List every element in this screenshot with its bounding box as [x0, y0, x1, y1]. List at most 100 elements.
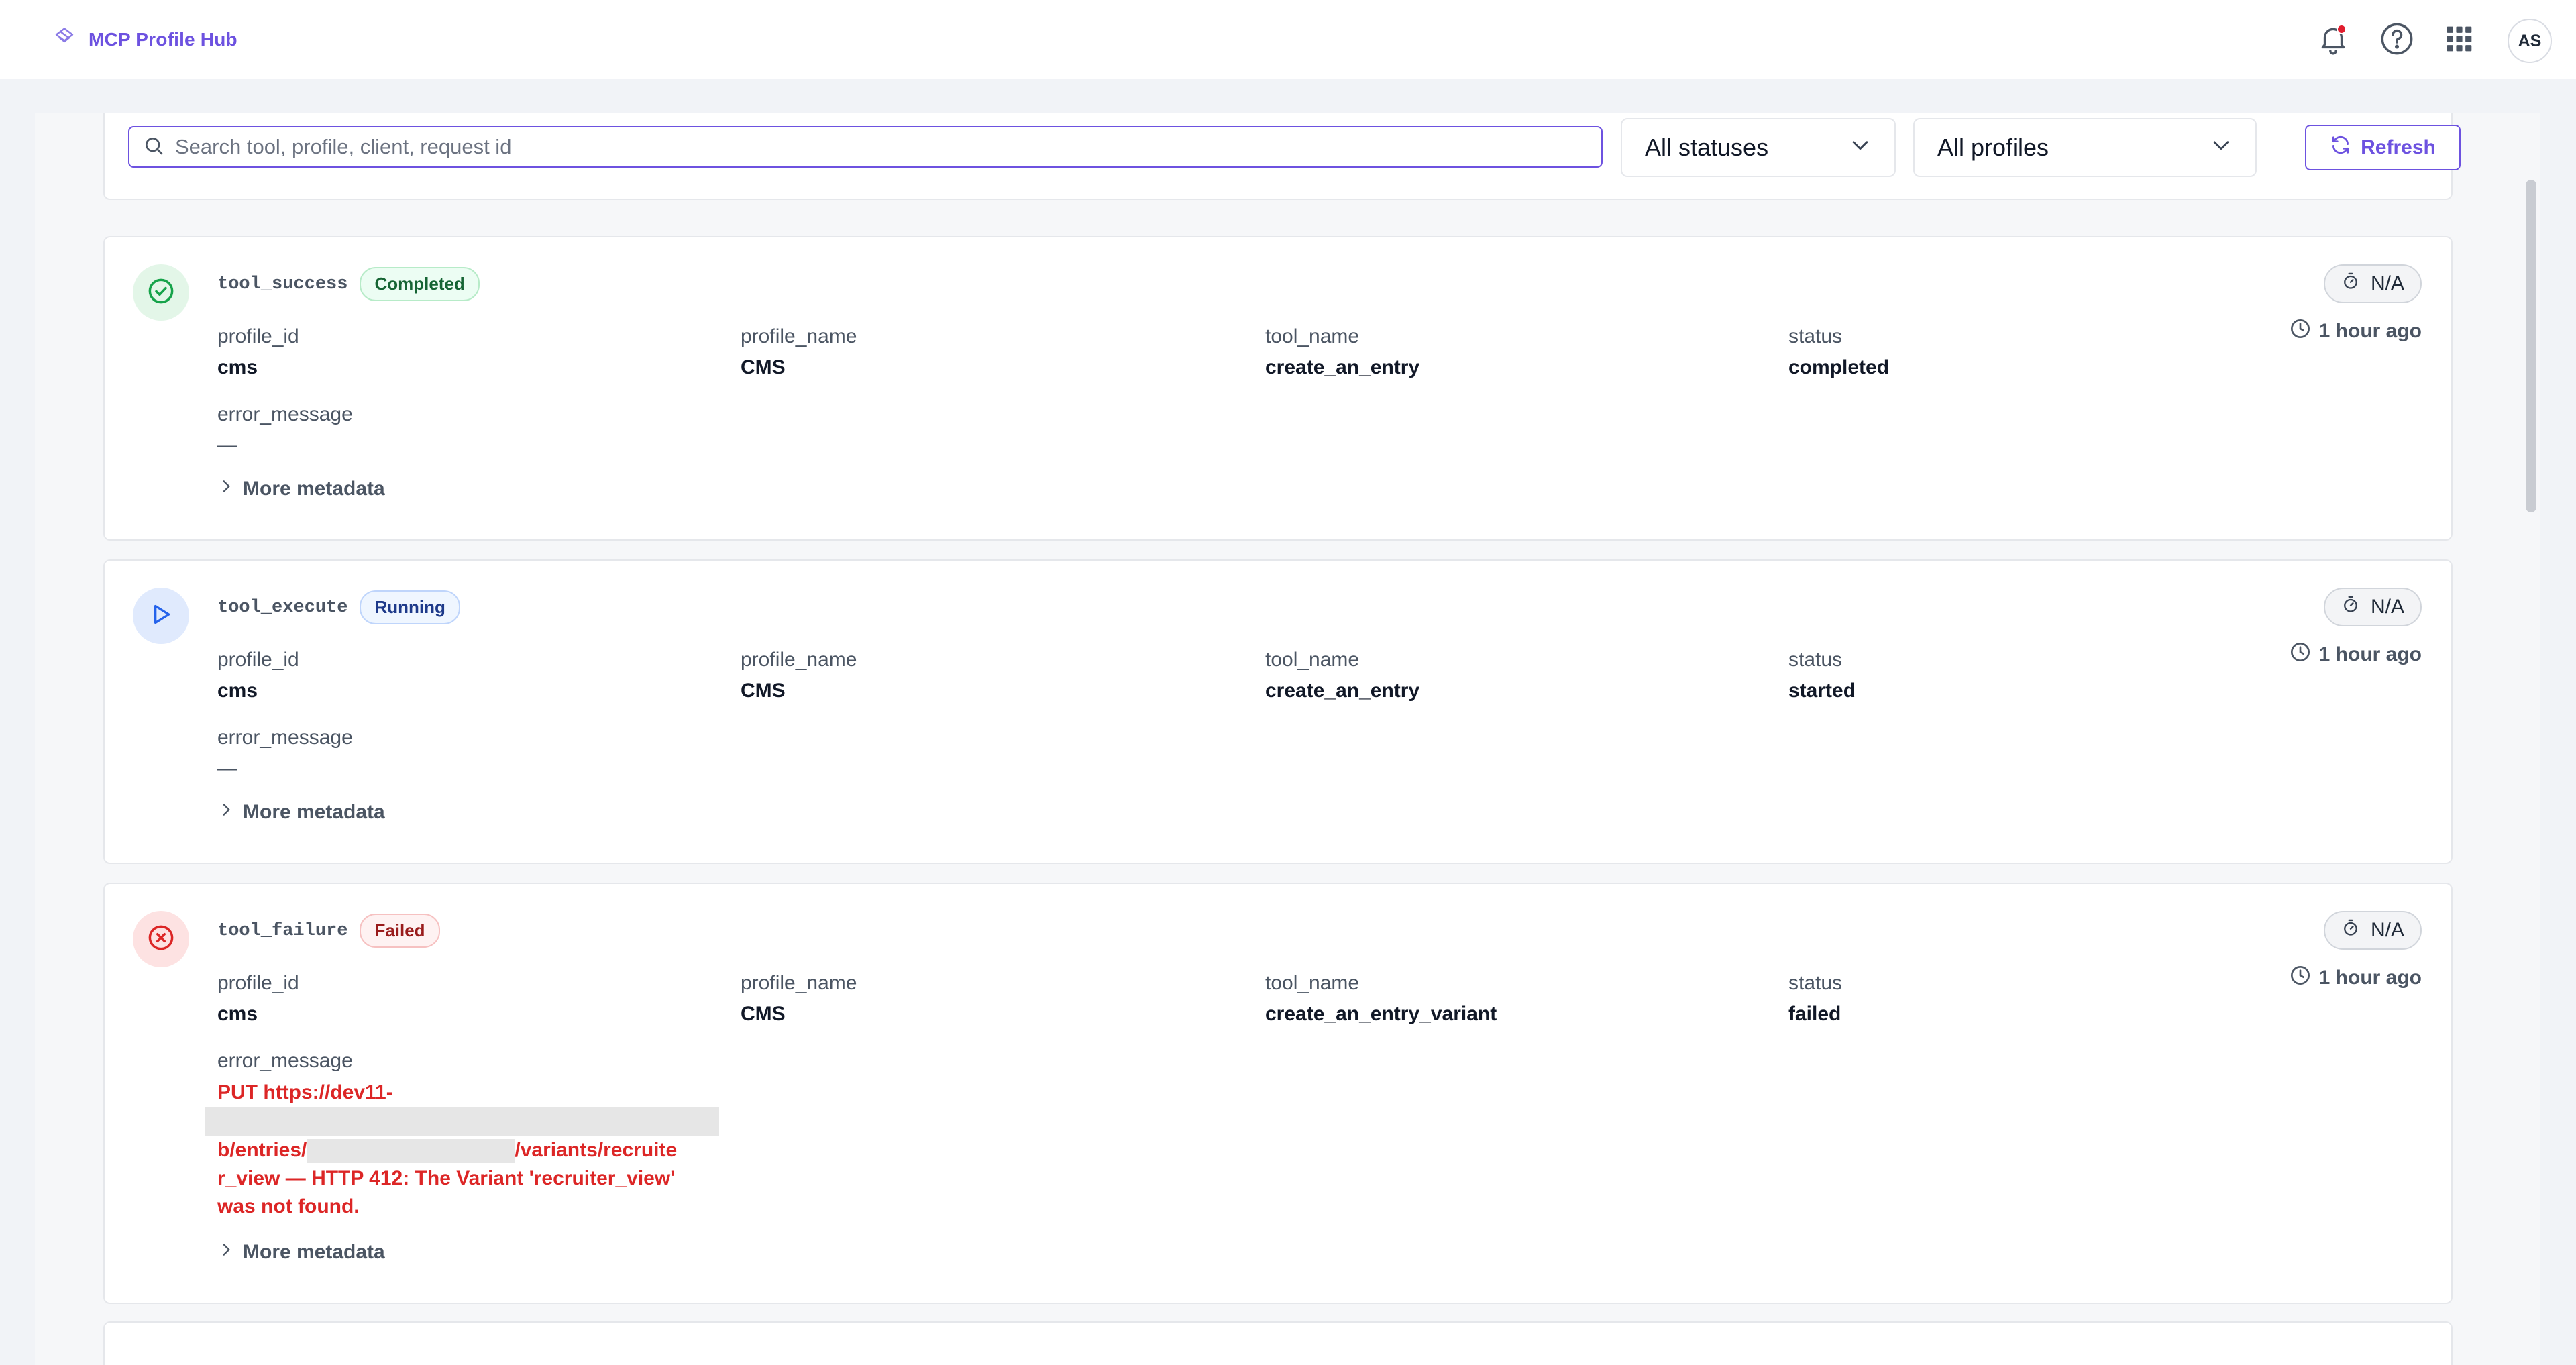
event-name: tool_failure: [217, 920, 348, 941]
more-metadata-toggle[interactable]: More metadata: [217, 1241, 385, 1264]
field-tool-name: tool_name create_an_entry_variant: [1265, 970, 1497, 1028]
x-circle-icon: [147, 924, 175, 955]
stopwatch-icon: [2341, 595, 2360, 619]
apps-button[interactable]: [2439, 20, 2479, 60]
chevron-right-icon: [217, 801, 235, 824]
profile-filter-value: All profiles: [1937, 133, 2049, 161]
field-value: cms: [217, 356, 258, 378]
error-line: was not found.: [217, 1195, 360, 1217]
search-icon: [143, 135, 164, 160]
timestamp: 1 hour ago: [2290, 641, 2422, 668]
duration-pill: N/A: [2323, 911, 2422, 950]
play-icon: [148, 601, 174, 631]
field-error-message: error_message —: [217, 401, 353, 459]
error-line: PUT https://dev11-: [217, 1081, 393, 1103]
chevron-down-icon: [1849, 133, 1872, 162]
grid-icon: [2445, 24, 2474, 57]
field-label: profile_id: [217, 972, 299, 994]
field-label: profile_name: [741, 972, 857, 994]
clock-icon: [2290, 965, 2311, 991]
log-entry-success: tool_success Completed profile_id cms pr…: [103, 236, 2453, 541]
more-metadata-label: More metadata: [243, 801, 385, 823]
search-input[interactable]: [175, 135, 1584, 159]
field-status: status completed: [1788, 323, 1889, 381]
field-value: CMS: [741, 679, 786, 702]
field-tool-name: tool_name create_an_entry: [1265, 323, 1419, 381]
clock-icon: [2290, 318, 2311, 345]
field-profile-name: profile_name CMS: [741, 323, 857, 381]
field-value: cms: [217, 1003, 258, 1025]
top-bar: MCP Profile Hub AS: [0, 0, 2576, 79]
refresh-icon: [2330, 134, 2351, 161]
status-indicator: [133, 264, 189, 321]
search-box[interactable]: [128, 126, 1603, 168]
status-indicator: [133, 588, 189, 644]
field-label: tool_name: [1265, 649, 1360, 671]
event-name: tool_execute: [217, 597, 348, 618]
field-value: CMS: [741, 356, 786, 378]
field-value: started: [1788, 679, 1856, 702]
notifications-button[interactable]: [2313, 20, 2353, 60]
field-label: status: [1788, 972, 1843, 994]
duration-value: N/A: [2370, 919, 2404, 941]
field-label: tool_name: [1265, 972, 1360, 994]
field-status: status failed: [1788, 970, 1842, 1028]
field-value: completed: [1788, 356, 1890, 378]
chevron-down-icon: [2210, 133, 2233, 162]
more-metadata-toggle[interactable]: More metadata: [217, 801, 385, 824]
duration-value: N/A: [2370, 272, 2404, 294]
app-title: MCP Profile Hub: [89, 28, 237, 50]
field-label: profile_id: [217, 649, 299, 671]
status-filter-select[interactable]: All statuses: [1621, 118, 1896, 177]
field-label: profile_name: [741, 649, 857, 671]
log-entry-next: [103, 1321, 2453, 1365]
duration-value: N/A: [2370, 596, 2404, 618]
field-label: status: [1788, 649, 1843, 671]
filter-bar: All statuses All profiles Refresh: [103, 113, 2461, 200]
user-avatar[interactable]: AS: [2508, 19, 2552, 63]
stopwatch-icon: [2341, 918, 2360, 942]
field-error-message: error_message PUT https://dev11- b/entri…: [205, 1048, 719, 1221]
brand[interactable]: MCP Profile Hub: [52, 25, 237, 53]
timestamp: 1 hour ago: [2290, 965, 2422, 991]
field-value: CMS: [741, 1003, 786, 1025]
timestamp-text: 1 hour ago: [2318, 643, 2422, 665]
stopwatch-icon: [2341, 272, 2360, 296]
error-message-text: PUT https://dev11- b/entries//variants/r…: [205, 1079, 719, 1221]
notification-dot: [2337, 24, 2347, 34]
status-badge: Running: [360, 590, 460, 624]
help-button[interactable]: [2377, 20, 2417, 60]
field-status: status started: [1788, 647, 1856, 704]
field-profile-name: profile_name CMS: [741, 970, 857, 1028]
field-label: error_message: [217, 1050, 353, 1072]
check-circle-icon: [147, 277, 175, 309]
refresh-button[interactable]: Refresh: [2305, 125, 2461, 170]
status-filter-value: All statuses: [1645, 133, 1769, 161]
redacted-block: [205, 1107, 719, 1136]
error-line: b/entries//variants/recruite: [217, 1136, 707, 1164]
help-circle-icon: [2379, 21, 2414, 60]
status-indicator: [133, 911, 189, 967]
field-value: —: [217, 757, 237, 779]
profile-filter-select[interactable]: All profiles: [1913, 118, 2257, 177]
duration-pill: N/A: [2323, 588, 2422, 626]
more-metadata-label: More metadata: [243, 1241, 385, 1263]
timestamp-text: 1 hour ago: [2318, 320, 2422, 342]
field-label: profile_id: [217, 325, 299, 347]
field-value: cms: [217, 679, 258, 702]
clock-icon: [2290, 641, 2311, 668]
log-entry-running: tool_execute Running profile_id cms prof…: [103, 559, 2453, 864]
scrollbar-thumb[interactable]: [2526, 180, 2536, 512]
vertical-scrollbar[interactable]: [2520, 113, 2540, 1365]
layers-icon: [52, 25, 76, 53]
chevron-right-icon: [217, 478, 235, 500]
chevron-right-icon: [217, 1241, 235, 1264]
redacted-block: [307, 1139, 515, 1164]
status-badge: Failed: [360, 914, 440, 948]
timestamp: 1 hour ago: [2290, 318, 2422, 345]
field-value: create_an_entry: [1265, 356, 1420, 378]
field-error-message: error_message —: [217, 724, 353, 782]
more-metadata-toggle[interactable]: More metadata: [217, 478, 385, 500]
error-line: r_view — HTTP 412: The Variant 'recruite…: [217, 1167, 676, 1189]
field-tool-name: tool_name create_an_entry: [1265, 647, 1419, 704]
